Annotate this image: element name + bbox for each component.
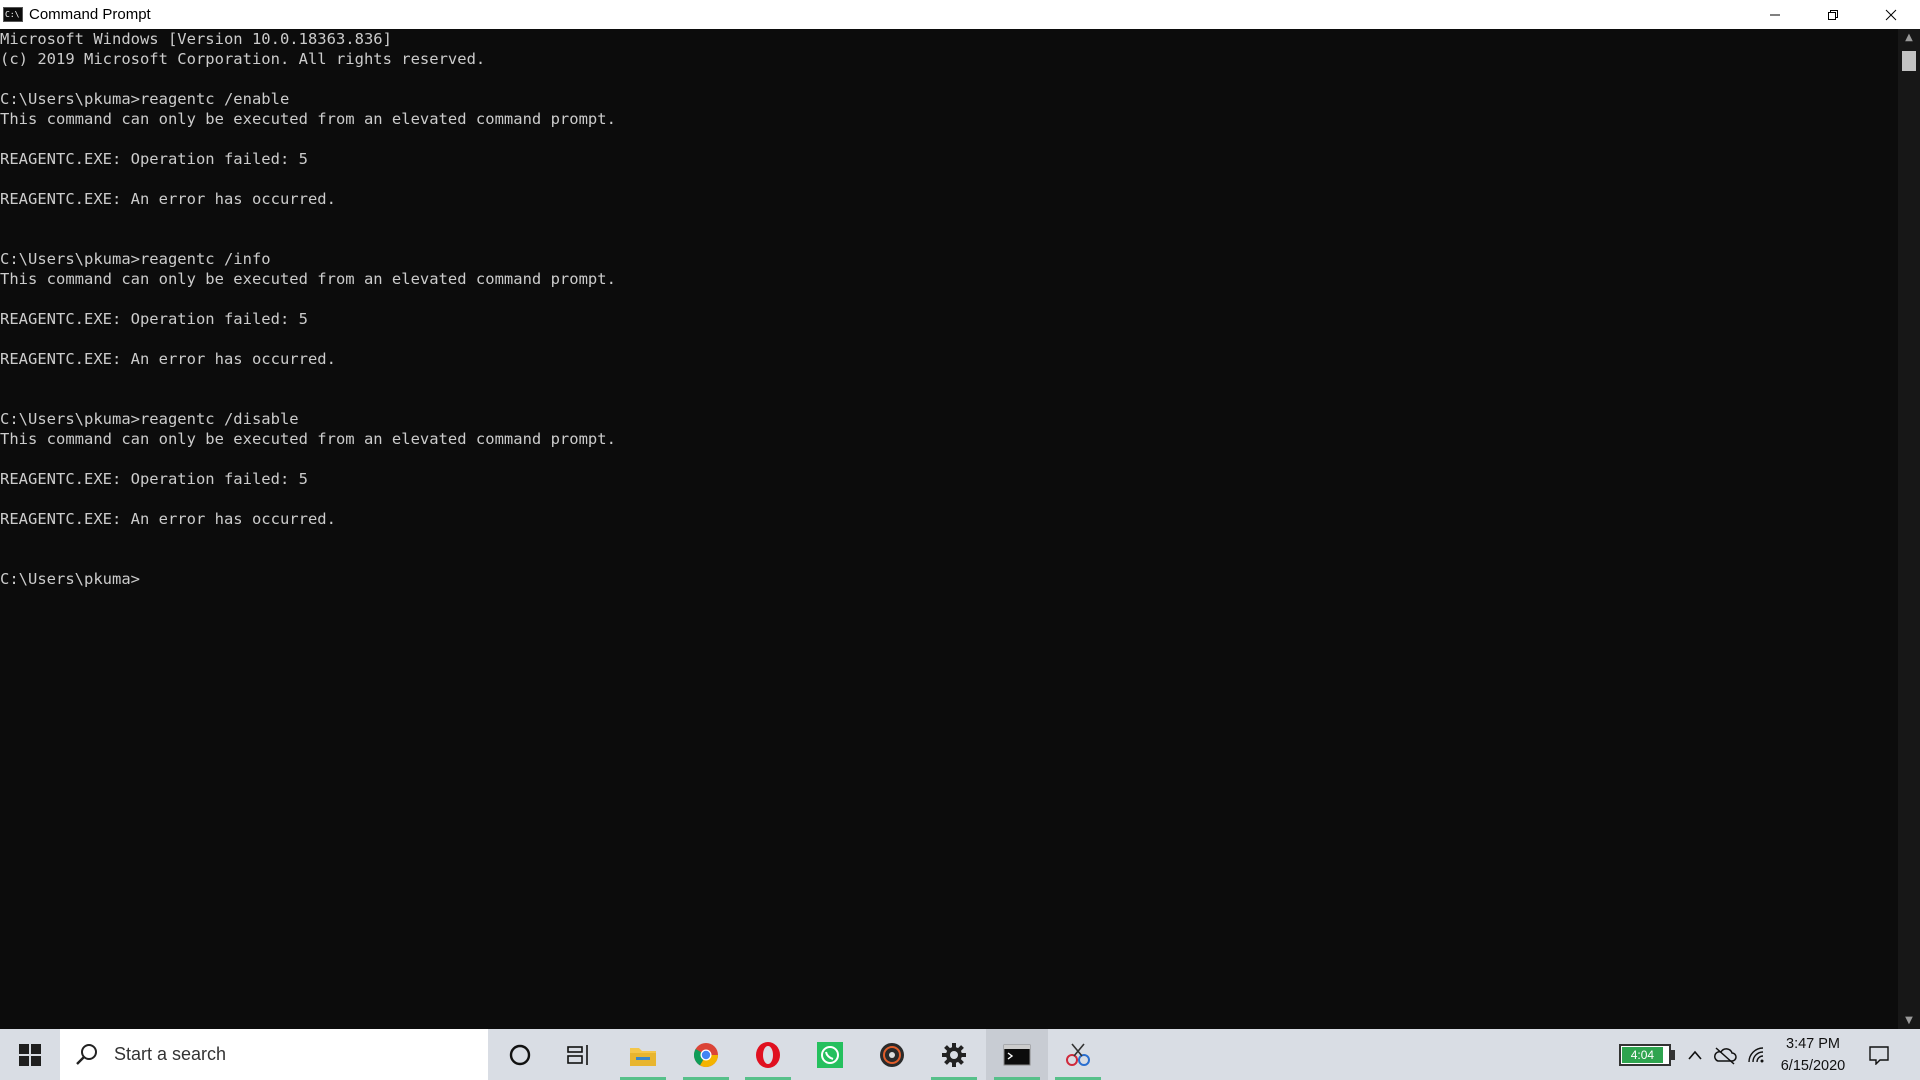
file-explorer-button[interactable] — [614, 1029, 672, 1080]
cortana-icon — [509, 1044, 531, 1065]
snipping-tool-button[interactable] — [1049, 1029, 1107, 1080]
snipping-tool-icon — [1066, 1042, 1090, 1066]
onedrive-status[interactable] — [1712, 1029, 1738, 1080]
console-line: REAGENTC.EXE: Operation failed: 5 — [0, 310, 308, 328]
console-line: REAGENTC.EXE: An error has occurred. — [0, 350, 336, 368]
console-line: REAGENTC.EXE: An error has occurred. — [0, 190, 336, 208]
console-line: C:\Users\pkuma> — [0, 570, 140, 588]
cortana-button[interactable] — [491, 1029, 549, 1080]
cloud-offline-icon — [1714, 1046, 1737, 1065]
command-prompt-taskbar-button[interactable] — [986, 1029, 1048, 1080]
battery-level: 4:04 — [1622, 1047, 1663, 1063]
file-explorer-icon — [630, 1047, 656, 1066]
music-player-icon — [880, 1042, 904, 1067]
console-line: C:\Users\pkuma>reagentc /disable — [0, 410, 299, 428]
scroll-thumb[interactable] — [1902, 51, 1916, 71]
scroll-up-arrow-icon[interactable]: ▲ — [1898, 29, 1920, 46]
console-line: REAGENTC.EXE: An error has occurred. — [0, 510, 336, 528]
task-view-button[interactable] — [550, 1029, 608, 1080]
whatsapp-button[interactable] — [801, 1029, 859, 1080]
opera-icon — [756, 1041, 780, 1068]
clock-date: 6/15/2020 — [1780, 1058, 1846, 1074]
console-line: This command can only be executed from a… — [0, 270, 616, 288]
chrome-icon — [693, 1042, 718, 1067]
restore-icon — [1828, 9, 1838, 20]
opera-button[interactable] — [739, 1029, 797, 1080]
close-icon — [1885, 9, 1897, 20]
console-line: Microsoft Windows [Version 10.0.18363.83… — [0, 30, 392, 48]
console-line: REAGENTC.EXE: Operation failed: 5 — [0, 150, 308, 168]
start-button[interactable] — [0, 1029, 60, 1080]
chrome-button[interactable] — [677, 1029, 735, 1080]
scroll-down-arrow-icon[interactable]: ▼ — [1898, 1012, 1920, 1029]
vertical-scrollbar[interactable]: ▲ ▼ — [1898, 29, 1920, 1029]
chevron-up-icon — [1688, 1050, 1702, 1060]
show-hidden-icons-button[interactable] — [1684, 1029, 1706, 1080]
minimize-icon — [1770, 14, 1780, 15]
settings-button[interactable] — [925, 1029, 983, 1080]
console-line: C:\Users\pkuma>reagentc /info — [0, 250, 271, 268]
windows-logo-icon — [19, 1043, 41, 1066]
window-title: Command Prompt — [29, 6, 151, 23]
search-icon — [76, 1043, 97, 1065]
music-player-button[interactable] — [863, 1029, 921, 1080]
console-line: C:\Users\pkuma>reagentc /enable — [0, 90, 290, 108]
minimize-button[interactable] — [1746, 0, 1804, 29]
console-line: This command can only be executed from a… — [0, 430, 616, 448]
command-prompt-app-icon[interactable]: C:\ — [3, 7, 23, 22]
clock-time: 3:47 PM — [1786, 1036, 1840, 1052]
task-view-icon — [567, 1044, 588, 1065]
taskbar-search-box[interactable]: Start a search — [60, 1029, 488, 1080]
taskbar: Start a search 4:04 3:47 PM 6/15/2020 — [0, 1029, 1920, 1080]
console-line: (c) 2019 Microsoft Corporation. All righ… — [0, 50, 486, 68]
battery-indicator[interactable]: 4:04 — [1619, 1044, 1671, 1066]
wifi-icon — [1748, 1046, 1764, 1062]
window-controls — [1746, 0, 1920, 29]
command-prompt-icon — [1003, 1044, 1031, 1065]
restore-button[interactable] — [1804, 0, 1862, 29]
notification-icon — [1869, 1045, 1889, 1065]
close-button[interactable] — [1862, 0, 1920, 29]
system-clock[interactable]: 3:47 PM 6/15/2020 — [1770, 1033, 1856, 1077]
action-center-button[interactable] — [1862, 1029, 1896, 1080]
battery-icon — [1671, 1050, 1675, 1060]
command-prompt-window: C:\ Command Prompt Microsoft Windows [Ve… — [0, 0, 1920, 1029]
network-status[interactable] — [1744, 1029, 1768, 1080]
console-line: REAGENTC.EXE: Operation failed: 5 — [0, 470, 308, 488]
settings-icon — [942, 1042, 966, 1067]
console-line: This command can only be executed from a… — [0, 110, 616, 128]
search-placeholder: Start a search — [114, 1044, 227, 1064]
console-output[interactable]: Microsoft Windows [Version 10.0.18363.83… — [0, 29, 1898, 1029]
title-bar[interactable]: C:\ Command Prompt — [0, 0, 1920, 29]
whatsapp-icon — [817, 1041, 843, 1068]
